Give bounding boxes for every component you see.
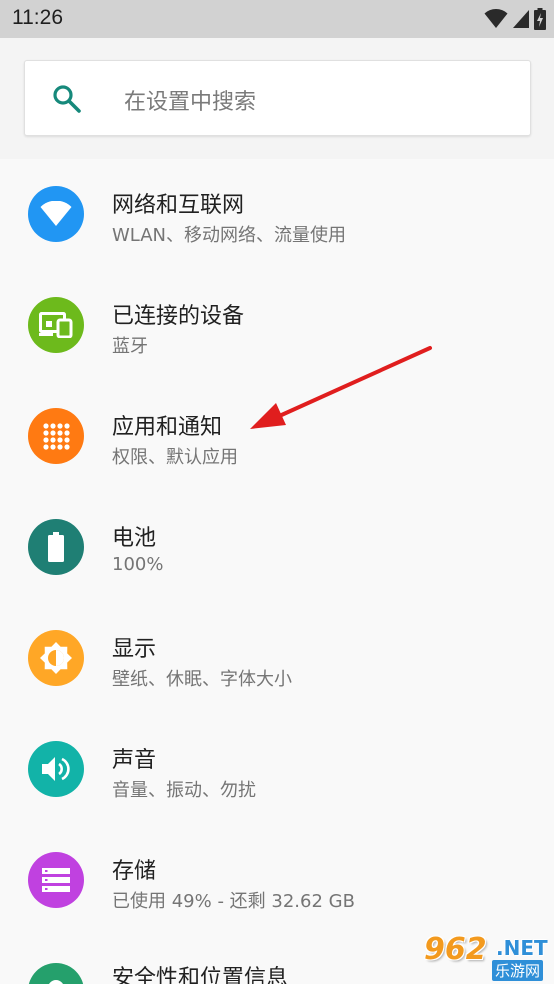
settings-item-title: 安全性和位置信息	[112, 966, 289, 984]
settings-item-subtitle: 权限、默认应用	[112, 447, 238, 468]
volume-icon	[28, 741, 84, 797]
apps-icon	[28, 408, 84, 464]
settings-item-subtitle: WLAN、移动网络、流量使用	[112, 225, 347, 246]
settings-item-title: 声音	[112, 748, 157, 773]
status-bar: 11:26	[0, 0, 554, 38]
settings-item-title: 显示	[112, 637, 157, 662]
settings-item-subtitle: 壁纸、休眠、字体大小	[112, 669, 292, 690]
settings-item-title: 已连接的设备	[112, 304, 245, 329]
settings-list: 网络和互联网 WLAN、移动网络、流量使用 已连接的设备 蓝牙 应用和通知 权限…	[0, 159, 554, 984]
settings-item-display[interactable]: 显示 壁纸、休眠、字体大小	[0, 603, 554, 713]
settings-item-title: 存储	[112, 859, 157, 884]
settings-item-battery[interactable]: 电池 100%	[0, 492, 554, 602]
settings-item-subtitle: 已使用 49% - 还剩 32.62 GB	[112, 891, 355, 912]
settings-item-title: 网络和互联网	[112, 193, 245, 218]
battery-icon	[28, 519, 84, 575]
settings-item-network[interactable]: 网络和互联网 WLAN、移动网络、流量使用	[0, 159, 554, 269]
search-icon	[53, 85, 81, 113]
settings-item-storage[interactable]: 存储 已使用 49% - 还剩 32.62 GB	[0, 825, 554, 935]
watermark-logo: 962 .NET 乐游网	[414, 930, 550, 981]
settings-item-title: 应用和通知	[112, 415, 223, 440]
brightness-icon	[28, 630, 84, 686]
cell-signal-icon	[513, 10, 529, 28]
watermark-net: .NET	[496, 936, 548, 960]
devices-icon	[28, 297, 84, 353]
wifi-signal-icon	[484, 9, 508, 28]
battery-status-icon	[534, 8, 546, 30]
watermark-number: 962	[424, 932, 487, 967]
status-time: 11:26	[12, 6, 63, 29]
wifi-icon	[28, 186, 84, 242]
settings-item-subtitle: 蓝牙	[112, 336, 148, 357]
security-icon	[28, 963, 84, 984]
watermark-sub: 乐游网	[492, 960, 544, 981]
settings-item-subtitle: 100%	[112, 554, 164, 575]
settings-item-title: 电池	[112, 526, 157, 551]
settings-item-subtitle: 音量、振动、勿扰	[112, 780, 256, 801]
search-area: 在设置中搜索	[0, 38, 554, 159]
settings-item-sound[interactable]: 声音 音量、振动、勿扰	[0, 714, 554, 824]
annotation-arrow	[250, 346, 432, 429]
search-placeholder: 在设置中搜索	[124, 90, 257, 115]
search-bar[interactable]: 在设置中搜索	[24, 60, 531, 136]
status-icons	[484, 8, 546, 30]
storage-icon	[28, 852, 84, 908]
